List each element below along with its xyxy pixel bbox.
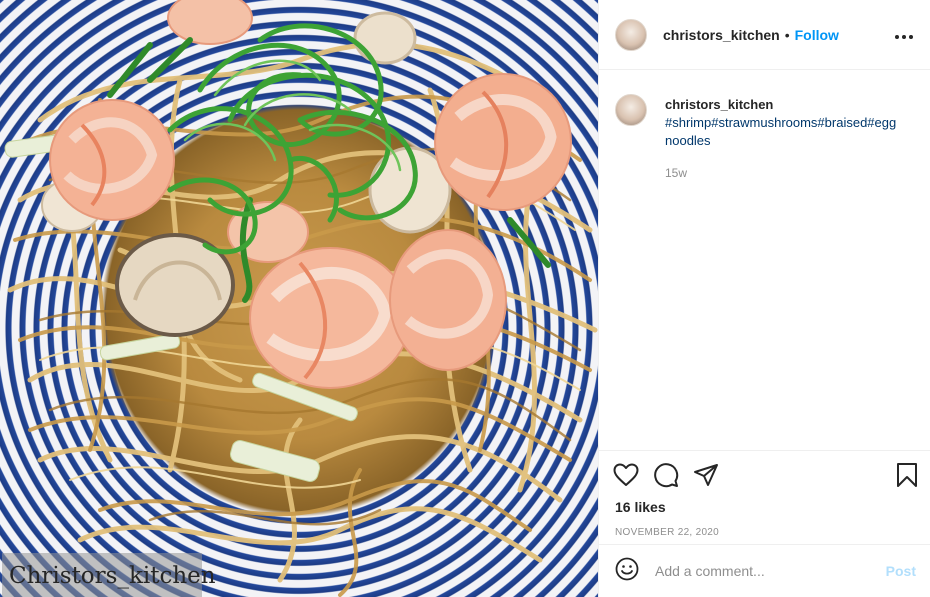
caption-username[interactable]: christors_kitchen (665, 96, 901, 114)
caption-avatar[interactable] (615, 94, 647, 126)
noodle-dish-illustration (4, 0, 598, 597)
post-details-panel: christors_kitchen • Follow christors_kit… (598, 0, 930, 597)
header-separator: • (784, 26, 790, 43)
comment-bubble-icon[interactable] (653, 462, 679, 488)
post-comment-button[interactable]: Post (886, 563, 916, 579)
speech-bubble-icon (654, 463, 679, 488)
post-header: christors_kitchen • Follow (599, 0, 930, 70)
likes-count[interactable]: 16 likes (599, 499, 930, 515)
watermark-text: Christors_kitchen (2, 553, 216, 597)
caption-hashtags[interactable]: #shrimp#strawmushrooms#braised#eggnoodle… (665, 114, 901, 150)
heart-outline-icon (613, 463, 639, 486)
like-heart-icon[interactable] (613, 462, 639, 488)
action-icons-row (599, 451, 930, 499)
caption-timestamp[interactable]: 15w (665, 164, 901, 182)
paper-plane-icon (694, 464, 718, 486)
more-options-icon[interactable] (894, 24, 914, 45)
ellipsis-icon (895, 35, 913, 39)
comment-bar: Post (599, 544, 930, 597)
bookmark-outline-icon (897, 463, 917, 487)
caption-body: christors_kitchen #shrimp#strawmushrooms… (665, 96, 901, 182)
emoji-icon[interactable] (615, 557, 639, 586)
smiley-face-icon (615, 557, 639, 580)
comment-input[interactable] (655, 563, 886, 579)
post-caption: christors_kitchen #shrimp#strawmushrooms… (615, 94, 914, 182)
follow-button[interactable]: Follow (795, 27, 839, 43)
save-bookmark-icon[interactable] (894, 462, 920, 488)
share-icon[interactable] (693, 462, 719, 488)
avatar[interactable] (615, 18, 647, 51)
post-date[interactable]: NOVEMBER 22, 2020 (599, 527, 930, 538)
post-actions: 16 likes NOVEMBER 22, 2020 (599, 450, 930, 538)
header-username[interactable]: christors_kitchen (663, 27, 780, 43)
post-image[interactable]: Christors_kitchen (0, 0, 598, 597)
